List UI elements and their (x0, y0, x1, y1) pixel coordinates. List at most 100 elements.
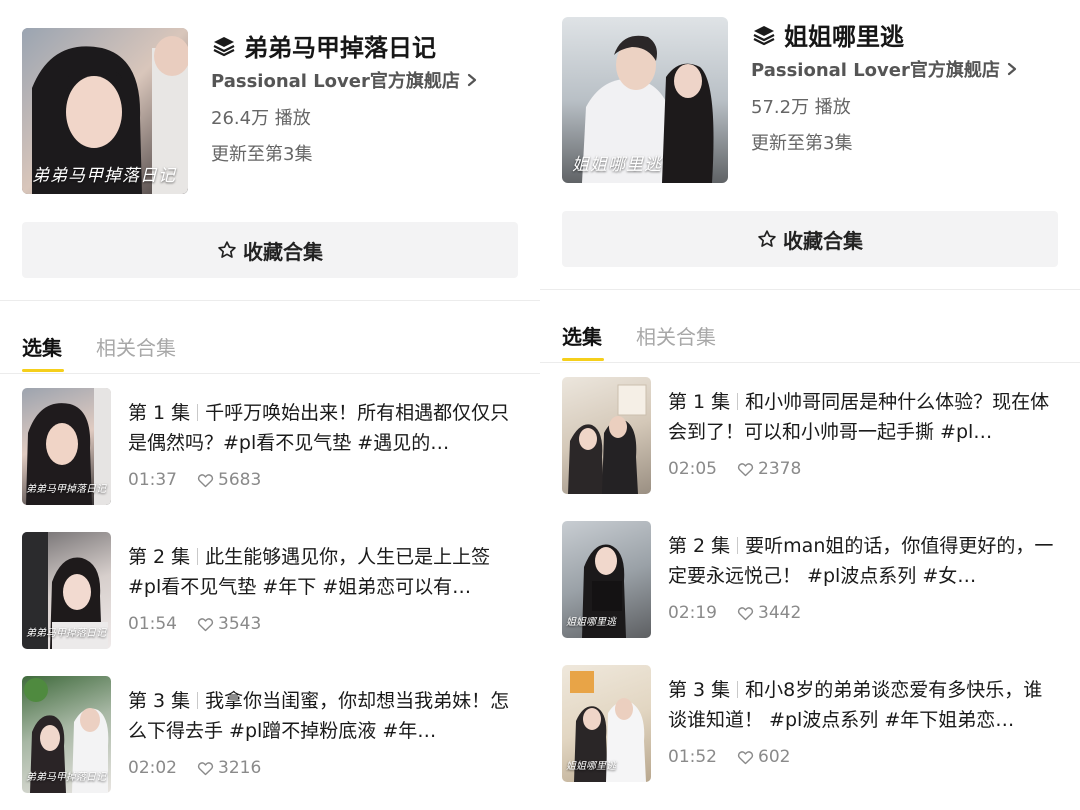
episode-list-item[interactable]: 姐姐哪里逃 第 3 集和小8岁的弟弟谈恋爱有多快乐，谁谈谁知道！ #pl波点系列… (562, 665, 1062, 783)
episode-list-item[interactable]: 第 1 集和小帅哥同居是种什么体验？现在体会到了！可以和小帅哥一起手撕 #pl…… (562, 377, 1062, 495)
episode-meta: 01:37 5683 (128, 470, 261, 490)
thumbnail-script: 姐姐哪里逃 (566, 761, 616, 772)
active-tab-indicator (562, 358, 604, 361)
episode-list-item[interactable]: 姐姐哪里逃 第 2 集要听man姐的话，你值得更好的，一定要永远悦己！ #pl波… (562, 521, 1062, 639)
likes-count: 3216 (218, 758, 262, 778)
episode-description: 第 2 集此生能够遇见你，人生已是上上签 #pl看不见气垫 #年下 #姐弟恋可以… (128, 542, 520, 602)
episode-list-item[interactable]: 弟弟马甲掉落日记 第 1 集千呼万唤始出来！所有相遇都仅仅只是偶然吗？#pl看不… (22, 388, 522, 506)
episode-duration: 02:19 (668, 603, 717, 623)
likes-count: 3442 (758, 603, 802, 623)
likes-count: 5683 (218, 470, 262, 490)
collection-cover-image[interactable]: 姐姐哪里逃 (562, 17, 728, 183)
shop-link[interactable]: Passional Lover官方旗舰店 (751, 56, 1018, 82)
episode-meta: 02:05 2378 (668, 459, 801, 479)
tab-related-collections[interactable]: 相关合集 (636, 321, 716, 350)
episode-description: 第 1 集千呼万唤始出来！所有相遇都仅仅只是偶然吗？#pl看不见气垫 #遇见的… (128, 398, 520, 458)
favorite-button-label: 收藏合集 (783, 228, 863, 253)
divider-bar (197, 548, 199, 565)
heart-outline-icon (737, 606, 754, 620)
favorite-button-label: 收藏合集 (243, 239, 323, 264)
heart-outline-icon (197, 473, 214, 487)
episode-meta: 02:19 3442 (668, 603, 801, 623)
right-collection-panel: 姐姐哪里逃 姐姐哪里逃 Passional Lover官方旗舰店 57.2万 播… (540, 0, 1080, 810)
collection-title-row: 弟弟马甲掉落日记 (212, 28, 436, 63)
divider-bar (737, 537, 739, 554)
update-status: 更新至第3集 (751, 133, 853, 154)
collection-title: 弟弟马甲掉落日记 (244, 34, 436, 62)
active-tab-indicator (22, 369, 64, 372)
divider-bar (197, 692, 199, 709)
shop-link[interactable]: Passional Lover官方旗舰店 (211, 67, 478, 93)
heart-outline-icon (737, 462, 754, 476)
episode-number: 第 2 集 (128, 546, 191, 568)
episode-thumbnail: 姐姐哪里逃 (562, 521, 651, 638)
episode-duration: 01:52 (668, 747, 717, 767)
tab-bar-divider (540, 362, 1080, 363)
screenshot-canvas: 弟弟马甲掉落日记 弟弟马甲掉落日记 Passional Lover官方旗舰店 2… (0, 0, 1080, 810)
thumbnail-script: 弟弟马甲掉落日记 (26, 772, 106, 783)
section-divider (540, 289, 1080, 290)
episode-likes: 3442 (737, 603, 801, 623)
episode-duration: 01:37 (128, 470, 177, 490)
collection-title: 姐姐哪里逃 (784, 23, 904, 51)
likes-count: 602 (758, 747, 791, 767)
episode-duration: 02:02 (128, 758, 177, 778)
episode-thumbnail: 弟弟马甲掉落日记 (22, 388, 111, 505)
section-divider (0, 300, 540, 301)
thumbnail-illustration (568, 384, 647, 494)
episode-description: 第 3 集和小8岁的弟弟谈恋爱有多快乐，谁谈谁知道！ #pl波点系列 #年下姐弟… (668, 675, 1060, 735)
episode-number: 第 1 集 (668, 391, 731, 413)
episode-likes: 2378 (737, 459, 801, 479)
episode-description: 第 2 集要听man姐的话，你值得更好的，一定要永远悦己！ #pl波点系列 #女… (668, 531, 1060, 591)
cover-title-script: 弟弟马甲掉落日记 (32, 166, 176, 186)
episode-number: 第 2 集 (668, 535, 731, 557)
episode-duration: 02:05 (668, 459, 717, 479)
episode-thumbnail: 弟弟马甲掉落日记 (22, 532, 111, 649)
episode-description: 第 3 集我拿你当闺蜜，你却想当我弟妹！怎么下得去手 #pl蹭不掉粉底液 #年… (128, 686, 520, 746)
divider-bar (737, 393, 739, 410)
thumbnail-script: 弟弟马甲掉落日记 (26, 628, 106, 639)
divider-bar (197, 404, 199, 421)
episode-list-item[interactable]: 弟弟马甲掉落日记 第 2 集此生能够遇见你，人生已是上上签 #pl看不见气垫 #… (22, 532, 522, 650)
likes-count: 3543 (218, 614, 262, 634)
episode-likes: 3543 (197, 614, 261, 634)
cover-title-script: 姐姐哪里逃 (572, 155, 662, 175)
favorite-collection-button[interactable]: 收藏合集 (562, 211, 1058, 267)
star-outline-icon (758, 230, 776, 247)
star-outline-icon (218, 241, 236, 258)
tab-related-collections[interactable]: 相关合集 (96, 332, 176, 361)
episode-meta: 02:02 3216 (128, 758, 261, 778)
episode-meta: 01:52 602 (668, 747, 790, 767)
collection-title-row: 姐姐哪里逃 (752, 17, 904, 52)
episode-number: 第 3 集 (668, 679, 731, 701)
tab-bar-divider (0, 373, 540, 374)
episode-thumbnail (562, 377, 651, 494)
collection-stack-icon (753, 25, 775, 45)
heart-outline-icon (197, 617, 214, 631)
favorite-collection-button[interactable]: 收藏合集 (22, 222, 518, 278)
episode-description: 第 1 集和小帅哥同居是种什么体验？现在体会到了！可以和小帅哥一起手撕 #pl… (668, 387, 1060, 447)
chevron-right-icon (467, 73, 476, 87)
play-count: 26.4万 播放 (211, 108, 311, 129)
heart-outline-icon (737, 750, 754, 764)
episode-duration: 01:54 (128, 614, 177, 634)
collection-stack-icon (213, 36, 235, 56)
update-status: 更新至第3集 (211, 144, 313, 165)
episode-number: 第 3 集 (128, 690, 191, 712)
thumbnail-script: 姐姐哪里逃 (566, 617, 616, 628)
episode-list-item[interactable]: 弟弟马甲掉落日记 第 3 集我拿你当闺蜜，你却想当我弟妹！怎么下得去手 #pl蹭… (22, 676, 522, 794)
chevron-right-icon (1007, 62, 1016, 76)
episode-likes: 3216 (197, 758, 261, 778)
play-count: 57.2万 播放 (751, 97, 851, 118)
collection-cover-image[interactable]: 弟弟马甲掉落日记 (22, 28, 188, 194)
episode-meta: 01:54 3543 (128, 614, 261, 634)
episode-likes: 5683 (197, 470, 261, 490)
divider-bar (737, 681, 739, 698)
left-collection-panel: 弟弟马甲掉落日记 弟弟马甲掉落日记 Passional Lover官方旗舰店 2… (0, 0, 540, 810)
tab-episodes[interactable]: 选集 (22, 332, 62, 361)
episode-thumbnail: 弟弟马甲掉落日记 (22, 676, 111, 793)
episode-likes: 602 (737, 747, 790, 767)
tab-episodes[interactable]: 选集 (562, 321, 602, 350)
shop-name: Passional Lover官方旗舰店 (751, 60, 1000, 81)
episode-thumbnail: 姐姐哪里逃 (562, 665, 651, 782)
